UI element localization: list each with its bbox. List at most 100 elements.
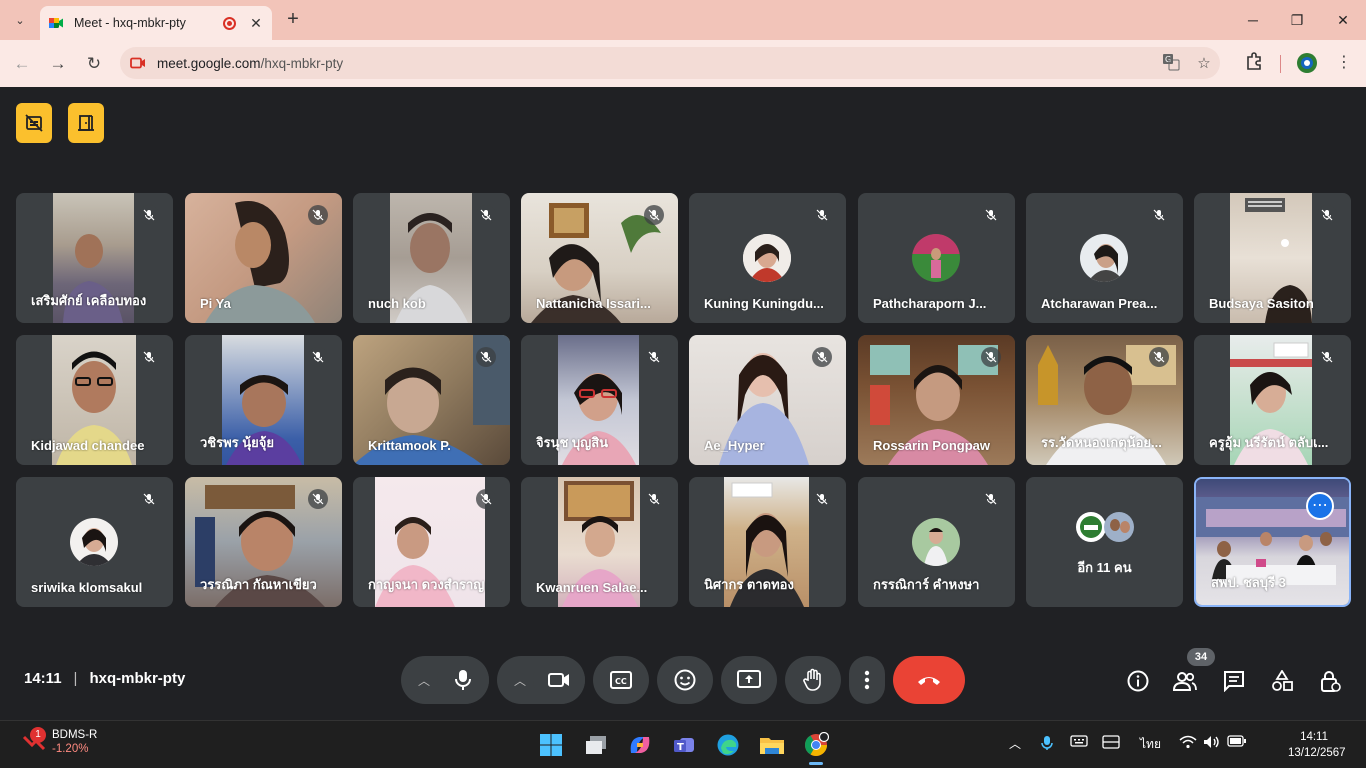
- meeting-details-icon[interactable]: [1125, 668, 1151, 694]
- mic-tray-icon[interactable]: [1040, 735, 1054, 754]
- raise-hand-button[interactable]: [785, 656, 841, 704]
- participant-tile[interactable]: วรรณิภา กัณหาเขียว: [185, 477, 342, 607]
- activities-icon[interactable]: [1269, 668, 1295, 694]
- restore-icon[interactable]: ❐: [1284, 8, 1310, 32]
- tab-close-icon[interactable]: ✕: [248, 15, 264, 32]
- tab-search-chevron-icon[interactable]: ⌄: [8, 8, 32, 32]
- participant-tile[interactable]: nuch kob: [353, 193, 510, 323]
- self-tile[interactable]: ⋯ สพป. ชลบุรี 3: [1194, 477, 1351, 607]
- url-text: meet.google.com/hxq-mbkr-pty: [157, 56, 343, 71]
- pen-menu-icon[interactable]: [1102, 735, 1120, 752]
- windows-start-icon[interactable]: [535, 729, 567, 761]
- participant-tile[interactable]: Atcharawan Prea...: [1026, 193, 1183, 323]
- captions-off-icon[interactable]: [16, 103, 52, 143]
- participant-tile[interactable]: Krittamook P.: [353, 335, 510, 465]
- reactions-button[interactable]: [657, 656, 713, 704]
- participant-name: Pi Ya: [200, 296, 231, 311]
- minimize-icon[interactable]: ─: [1240, 8, 1266, 32]
- microphone-button[interactable]: [437, 656, 489, 704]
- wifi-icon[interactable]: [1179, 735, 1197, 752]
- mic-off-icon: [139, 347, 159, 367]
- stock-badge: 1: [30, 727, 46, 743]
- captions-button[interactable]: CC: [593, 656, 649, 704]
- participant-tile[interactable]: Nattanicha Issari...: [521, 193, 678, 323]
- battery-icon[interactable]: [1227, 735, 1247, 750]
- stock-widget[interactable]: 1 BDMS-R -1.20%: [22, 727, 97, 755]
- participant-name: Budsaya Sasiton: [1209, 296, 1314, 311]
- mic-off-icon: [644, 347, 664, 367]
- participant-name: Kwanruen Salae...: [536, 580, 648, 595]
- svg-text:T: T: [677, 742, 684, 753]
- mic-off-icon: [476, 489, 496, 509]
- participant-tile[interactable]: Pi Ya: [185, 193, 342, 323]
- more-options-button[interactable]: [849, 656, 885, 704]
- participant-tile[interactable]: Kidjawad chandee: [16, 335, 173, 465]
- participant-tile[interactable]: จิรนุช บุญสิน: [521, 335, 678, 465]
- participant-tile[interactable]: กาญจนา ดวงสำราญ: [353, 477, 510, 607]
- browser-toolbar: ← → ↻ meet.google.com/hxq-mbkr-pty G ☆ ⋮: [0, 40, 1366, 87]
- edge-icon[interactable]: [712, 729, 744, 761]
- participant-tile[interactable]: นิศากร ตาดทอง: [689, 477, 846, 607]
- participant-name: nuch kob: [368, 296, 426, 311]
- more-options-icon[interactable]: ⋯: [1306, 492, 1334, 520]
- mic-off-icon: [308, 347, 328, 367]
- clock-time: 14:11: [1300, 731, 1328, 743]
- camera-button[interactable]: [533, 656, 585, 704]
- mic-off-icon: [644, 205, 664, 225]
- participant-tile[interactable]: sriwika klomsakul: [16, 477, 173, 607]
- participant-tile[interactable]: Pathcharaporn J...: [858, 193, 1015, 323]
- browser-menu-icon[interactable]: ⋮: [1333, 52, 1355, 74]
- mic-off-icon: [1317, 347, 1337, 367]
- forward-icon[interactable]: →: [46, 52, 70, 76]
- participant-tile[interactable]: Kwanruen Salae...: [521, 477, 678, 607]
- people-icon[interactable]: [1172, 668, 1198, 694]
- extensions-icon[interactable]: [1243, 52, 1265, 74]
- participant-tile[interactable]: Ae_Hyper: [689, 335, 846, 465]
- meeting-code: hxq-mbkr-pty: [89, 670, 186, 687]
- browser-tab[interactable]: Meet - hxq-mbkr-pty ✕: [40, 6, 272, 40]
- mic-off-icon: [981, 489, 1001, 509]
- participant-tile[interactable]: กรรณิการ์ คำหงษา: [858, 477, 1015, 607]
- copilot-icon[interactable]: [624, 729, 656, 761]
- file-explorer-icon[interactable]: [756, 729, 788, 761]
- keyboard-icon[interactable]: [1070, 735, 1088, 750]
- chat-icon[interactable]: [1221, 668, 1247, 694]
- window-close-icon[interactable]: ✕: [1330, 8, 1356, 32]
- companion-mode-icon[interactable]: [68, 103, 104, 143]
- mic-off-icon: [476, 347, 496, 367]
- participant-tile[interactable]: วชิรพร นุ้ยจุ้ย: [185, 335, 342, 465]
- input-language[interactable]: ไทย: [1140, 735, 1161, 754]
- participant-avatar: [743, 234, 791, 282]
- address-bar[interactable]: meet.google.com/hxq-mbkr-pty G ☆: [120, 47, 1220, 79]
- reload-icon[interactable]: ↻: [82, 52, 106, 76]
- present-screen-button[interactable]: [721, 656, 777, 704]
- participant-tile[interactable]: Budsaya Sasiton: [1194, 193, 1351, 323]
- volume-icon[interactable]: [1203, 735, 1221, 752]
- translate-icon[interactable]: G: [1160, 53, 1182, 75]
- host-controls-icon[interactable]: [1317, 668, 1343, 694]
- mic-off-icon: [644, 489, 664, 509]
- new-tab-icon[interactable]: +: [282, 8, 304, 30]
- emoji-icon: [674, 669, 696, 691]
- back-icon[interactable]: ←: [10, 52, 34, 76]
- leave-call-button[interactable]: [893, 656, 965, 704]
- google-meet-icon: [49, 18, 63, 28]
- mic-off-icon: [981, 347, 1001, 367]
- participant-tile[interactable]: Kuning Kuningdu...: [689, 193, 846, 323]
- taskbar-clock[interactable]: 14:11 13/12/2567: [1288, 729, 1346, 761]
- camera-permission-icon[interactable]: [130, 55, 146, 71]
- end-call-icon: [918, 677, 940, 685]
- participant-tile[interactable]: เสริมศักย์ เคลือบทอง: [16, 193, 173, 323]
- participant-tile[interactable]: ครูอุ้ม นรีรัตน์ ตลับเ...: [1194, 335, 1351, 465]
- participant-tile[interactable]: รร.วัดหนองเกตุน้อย...: [1026, 335, 1183, 465]
- participant-tile[interactable]: Rossarin Pongpaw: [858, 335, 1015, 465]
- profile-avatar[interactable]: [1296, 52, 1318, 74]
- mic-off-icon: [308, 489, 328, 509]
- chrome-icon[interactable]: [800, 729, 832, 765]
- mic-off-icon: [981, 205, 1001, 225]
- task-view-icon[interactable]: [580, 729, 612, 761]
- show-hidden-icons[interactable]: ︿: [1009, 735, 1021, 752]
- others-tile[interactable]: อีก 11 คน: [1026, 477, 1183, 607]
- bookmark-star-icon[interactable]: ☆: [1193, 53, 1215, 75]
- teams-icon[interactable]: T: [668, 729, 700, 761]
